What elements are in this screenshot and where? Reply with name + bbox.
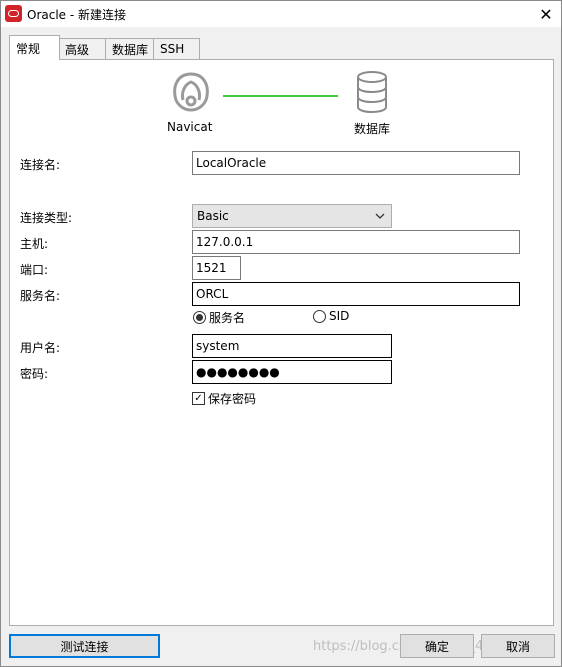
radio-selected-icon bbox=[193, 311, 206, 324]
title-bar: Oracle - 新建连接 ✕ bbox=[1, 1, 561, 27]
radio-sid-label: SID bbox=[329, 309, 350, 323]
host-label: 主机: bbox=[20, 237, 49, 251]
connection-line bbox=[223, 95, 338, 97]
connection-type-label: 连接类型: bbox=[20, 211, 73, 225]
service-name-input[interactable]: ORCL bbox=[192, 282, 520, 306]
port-input[interactable]: 1521 bbox=[192, 256, 241, 280]
oracle-app-icon bbox=[5, 5, 22, 22]
password-label: 密码: bbox=[20, 367, 49, 381]
save-password-label: 保存密码 bbox=[208, 392, 257, 406]
save-password-checkbox[interactable]: ✓ 保存密码 bbox=[192, 390, 256, 407]
tab-ssh[interactable]: SSH bbox=[153, 38, 200, 59]
connection-name-input[interactable]: LocalOracle bbox=[192, 151, 520, 175]
ok-button[interactable]: 确定 bbox=[400, 634, 474, 658]
port-label: 端口: bbox=[20, 263, 49, 277]
close-button[interactable]: ✕ bbox=[531, 1, 561, 27]
connection-type-value: Basic bbox=[197, 209, 229, 223]
connection-name-label: 连接名: bbox=[20, 158, 61, 172]
radio-service-name[interactable]: 服务名 bbox=[193, 309, 245, 326]
cancel-button[interactable]: 取消 bbox=[481, 634, 555, 658]
username-label: 用户名: bbox=[20, 341, 61, 355]
radio-service-name-label: 服务名 bbox=[209, 311, 246, 325]
username-input[interactable]: system bbox=[192, 334, 392, 358]
navicat-icon bbox=[173, 72, 209, 112]
close-icon: ✕ bbox=[539, 4, 553, 24]
host-input[interactable]: 127.0.0.1 bbox=[192, 230, 520, 254]
window-title: Oracle - 新建连接 bbox=[27, 8, 127, 22]
general-panel: Navicat 数据库 连接名: LocalOracle 连接类型: Basic… bbox=[9, 59, 554, 626]
password-input[interactable]: ●●●●●●●● bbox=[192, 360, 392, 384]
test-connection-button[interactable]: 测试连接 bbox=[9, 634, 160, 658]
connection-type-select[interactable]: Basic bbox=[192, 204, 392, 228]
radio-sid[interactable]: SID bbox=[313, 309, 349, 323]
radio-unselected-icon bbox=[313, 309, 326, 323]
tab-general[interactable]: 常规 bbox=[9, 35, 60, 60]
service-name-label: 服务名: bbox=[20, 289, 61, 303]
chevron-down-icon bbox=[375, 213, 385, 219]
navicat-caption: Navicat bbox=[167, 120, 213, 134]
tab-database[interactable]: 数据库 bbox=[105, 38, 154, 59]
tab-advanced[interactable]: 高级 bbox=[58, 38, 106, 59]
database-caption: 数据库 bbox=[354, 122, 391, 136]
database-icon bbox=[357, 71, 387, 114]
checkmark-icon: ✓ bbox=[192, 392, 205, 405]
connection-dialog: Oracle - 新建连接 ✕ 常规 高级 数据库 SSH Navicat 数据… bbox=[0, 0, 562, 667]
